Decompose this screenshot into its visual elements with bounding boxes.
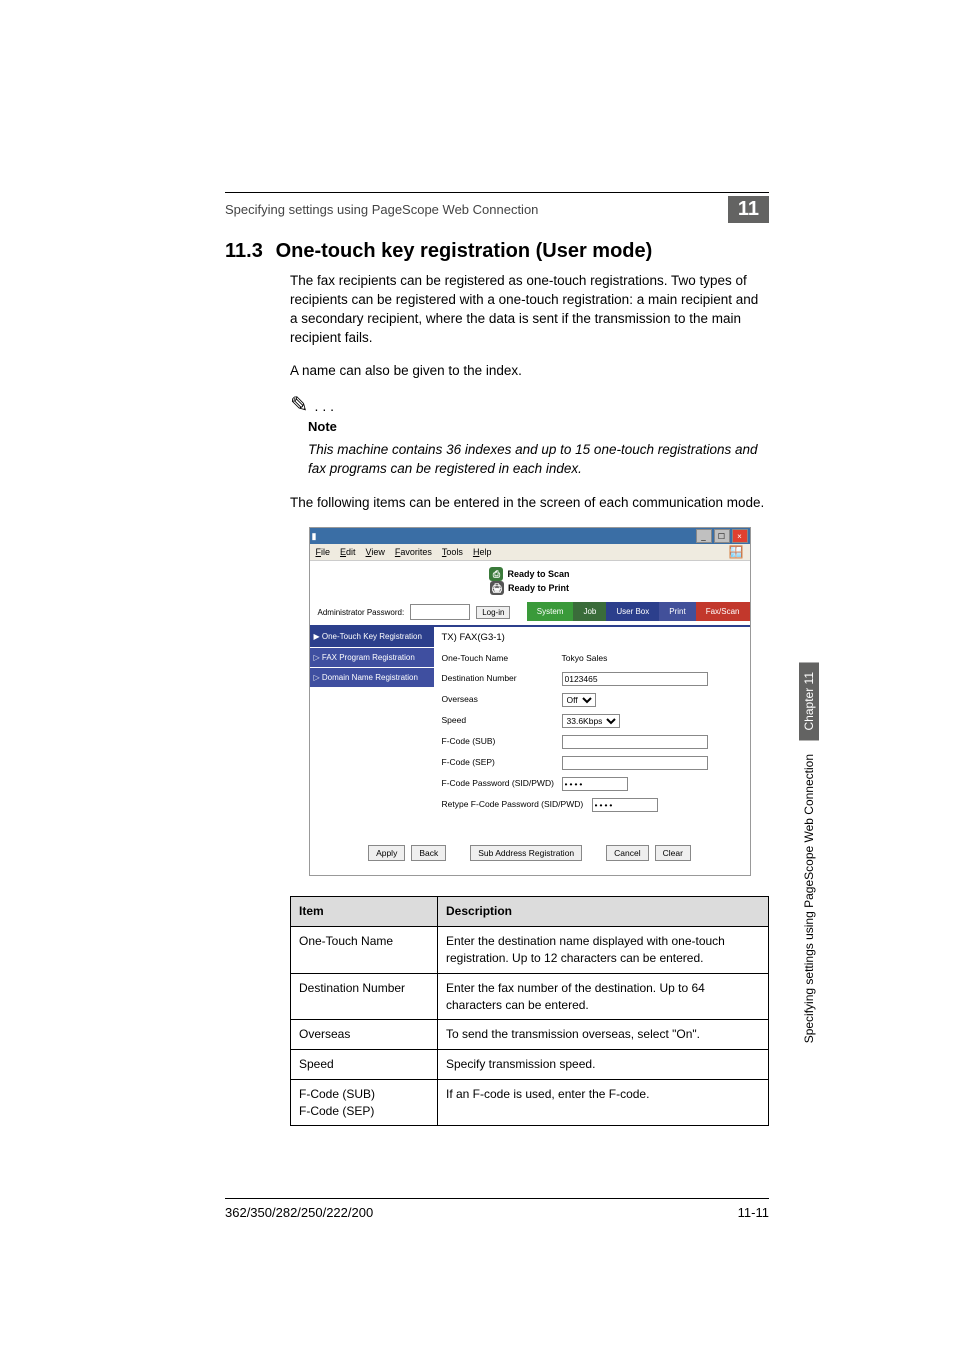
fcode-sub-label: F-Code (SUB) <box>442 736 562 748</box>
table-row: One-Touch Name Enter the destination nam… <box>291 927 769 974</box>
td-item: F-Code (SUB) F-Code (SEP) <box>291 1079 438 1126</box>
td-item: Destination Number <box>291 973 438 1020</box>
menu-help[interactable]: Help <box>473 546 492 559</box>
td-item: Overseas <box>291 1020 438 1050</box>
tab-print[interactable]: Print <box>659 602 695 621</box>
sidebar-item-onetouch[interactable]: One-Touch Key Registration <box>310 627 434 647</box>
td-item: Speed <box>291 1050 438 1080</box>
speed-label: Speed <box>442 715 562 727</box>
sub-address-button[interactable]: Sub Address Registration <box>470 845 582 861</box>
login-button[interactable]: Log-in <box>476 606 510 619</box>
fcode-repwd-label: Retype F-Code Password (SID/PWD) <box>442 799 592 811</box>
section-number: 11.3 <box>225 240 270 263</box>
section-title-text: One-touch key registration (User mode) <box>276 240 653 262</box>
side-tab-chapter: Chapter 11 <box>799 662 819 740</box>
minimize-button[interactable]: _ <box>696 529 712 543</box>
ie-icon: 🪟 <box>729 546 744 558</box>
maximize-button[interactable]: ☐ <box>714 529 730 543</box>
screenshot-window: ▮ _ ☐ × File Edit View Favorites Tools H… <box>309 527 751 876</box>
table-row: F-Code (SUB) F-Code (SEP) If an F-code i… <box>291 1079 769 1126</box>
ready-to-print: Ready to Print <box>508 582 569 595</box>
sidebar-item-faxprogram-label: FAX Program Registration <box>322 653 415 662</box>
dest-number-input[interactable] <box>562 672 708 686</box>
menu-view[interactable]: View <box>366 546 385 559</box>
menu-file[interactable]: File <box>316 546 331 559</box>
overseas-label: Overseas <box>442 694 562 706</box>
td-desc: To send the transmission overseas, selec… <box>438 1020 769 1050</box>
para-2: A name can also be given to the index. <box>290 362 769 381</box>
overseas-select[interactable]: Off <box>562 693 596 707</box>
back-button[interactable]: Back <box>411 845 446 861</box>
sidebar: One-Touch Key Registration ▷ FAX Program… <box>310 627 434 837</box>
chapter-badge: 11 <box>728 196 769 223</box>
side-tab-section: Specifying settings using PageScope Web … <box>799 744 819 1053</box>
note-text: This machine contains 36 indexes and up … <box>308 441 769 479</box>
td-desc: If an F-code is used, enter the F-code. <box>438 1079 769 1126</box>
fcode-pwd-label: F-Code Password (SID/PWD) <box>442 778 562 790</box>
header-breadcrumb: Specifying settings using PageScope Web … <box>225 202 538 217</box>
footer-right: 11-11 <box>738 1205 769 1220</box>
fcode-sub-input[interactable] <box>562 735 708 749</box>
fcode-sep-label: F-Code (SEP) <box>442 757 562 769</box>
admin-password-input[interactable] <box>410 604 470 620</box>
menu-edit[interactable]: Edit <box>340 546 356 559</box>
menu-favorites[interactable]: Favorites <box>395 546 432 559</box>
td-item: One-Touch Name <box>291 927 438 974</box>
item-description-table: Item Description One-Touch Name Enter th… <box>290 896 769 1126</box>
sidebar-item-faxprogram[interactable]: ▷ FAX Program Registration <box>310 648 434 668</box>
scan-icon: ⎙ <box>489 567 503 581</box>
clear-button[interactable]: Clear <box>655 845 691 861</box>
note-icon: ✎ . . . <box>290 394 769 416</box>
close-button[interactable]: × <box>732 529 748 543</box>
app-icon: ▮ <box>312 530 317 543</box>
section-title: 11.3 One-touch key registration (User mo… <box>225 240 652 263</box>
tab-faxscan[interactable]: Fax/Scan <box>696 602 750 621</box>
form-title: TX) FAX(G3-1) <box>442 631 742 652</box>
footer-left: 362/350/282/250/222/200 <box>225 1205 373 1220</box>
print-icon: 🖨 <box>490 581 504 595</box>
cancel-button[interactable]: Cancel <box>606 845 648 861</box>
tab-job[interactable]: Job <box>573 602 606 621</box>
speed-select[interactable]: 33.6Kbps <box>562 714 620 728</box>
fcode-pwd-input[interactable] <box>562 777 628 791</box>
tab-system[interactable]: System <box>527 602 574 621</box>
sidebar-item-domain-label: Domain Name Registration <box>322 673 418 682</box>
one-touch-name-label: One-Touch Name <box>442 653 562 665</box>
fcode-sep-input[interactable] <box>562 756 708 770</box>
td-desc: Enter the destination name displayed wit… <box>438 927 769 974</box>
td-desc: Specify transmission speed. <box>438 1050 769 1080</box>
para-3: The following items can be entered in th… <box>290 494 769 513</box>
th-item: Item <box>291 897 438 927</box>
tab-userbox[interactable]: User Box <box>606 602 659 621</box>
one-touch-name-value: Tokyo Sales <box>562 653 742 665</box>
td-desc: Enter the fax number of the destination.… <box>438 973 769 1020</box>
menu-tools[interactable]: Tools <box>442 546 463 559</box>
fcode-repwd-input[interactable] <box>592 798 658 812</box>
apply-button[interactable]: Apply <box>368 845 405 861</box>
sidebar-item-domain[interactable]: ▷ Domain Name Registration <box>310 668 434 688</box>
admin-password-label: Administrator Password: <box>318 607 405 618</box>
table-row: Destination Number Enter the fax number … <box>291 973 769 1020</box>
dest-number-label: Destination Number <box>442 673 562 685</box>
ready-to-scan: Ready to Scan <box>507 568 569 581</box>
note-label: Note <box>308 418 769 436</box>
menubar: File Edit View Favorites Tools Help 🪟 <box>310 544 750 561</box>
para-1: The fax recipients can be registered as … <box>290 272 769 348</box>
table-row: Speed Specify transmission speed. <box>291 1050 769 1080</box>
th-desc: Description <box>438 897 769 927</box>
table-row: Overseas To send the transmission overse… <box>291 1020 769 1050</box>
titlebar: ▮ _ ☐ × <box>310 528 750 544</box>
